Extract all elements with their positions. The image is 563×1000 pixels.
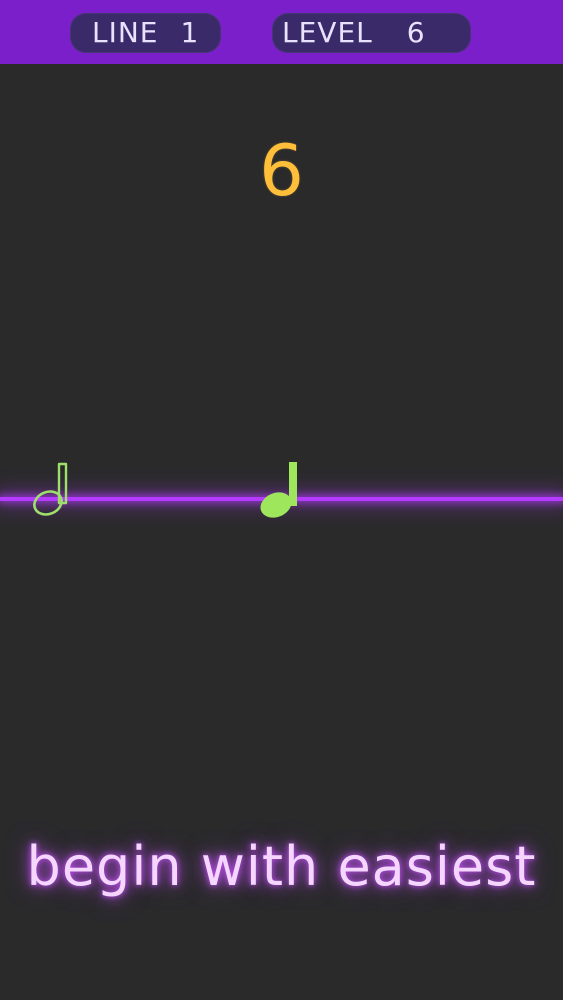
level-indicator: LEVEL 6 (272, 13, 471, 53)
level-value: 6 (406, 16, 426, 49)
filled-note-icon[interactable] (256, 458, 304, 524)
level-label: LEVEL (282, 16, 373, 49)
center-number: 6 (259, 130, 304, 212)
line-label: LINE (92, 16, 159, 49)
line-indicator: LINE 1 (70, 13, 221, 53)
outline-note-icon[interactable] (28, 456, 76, 524)
top-bar: LINE 1 LEVEL 6 (0, 0, 563, 64)
instruction-text: begin with easiest (26, 835, 537, 898)
line-value: 1 (180, 16, 200, 49)
